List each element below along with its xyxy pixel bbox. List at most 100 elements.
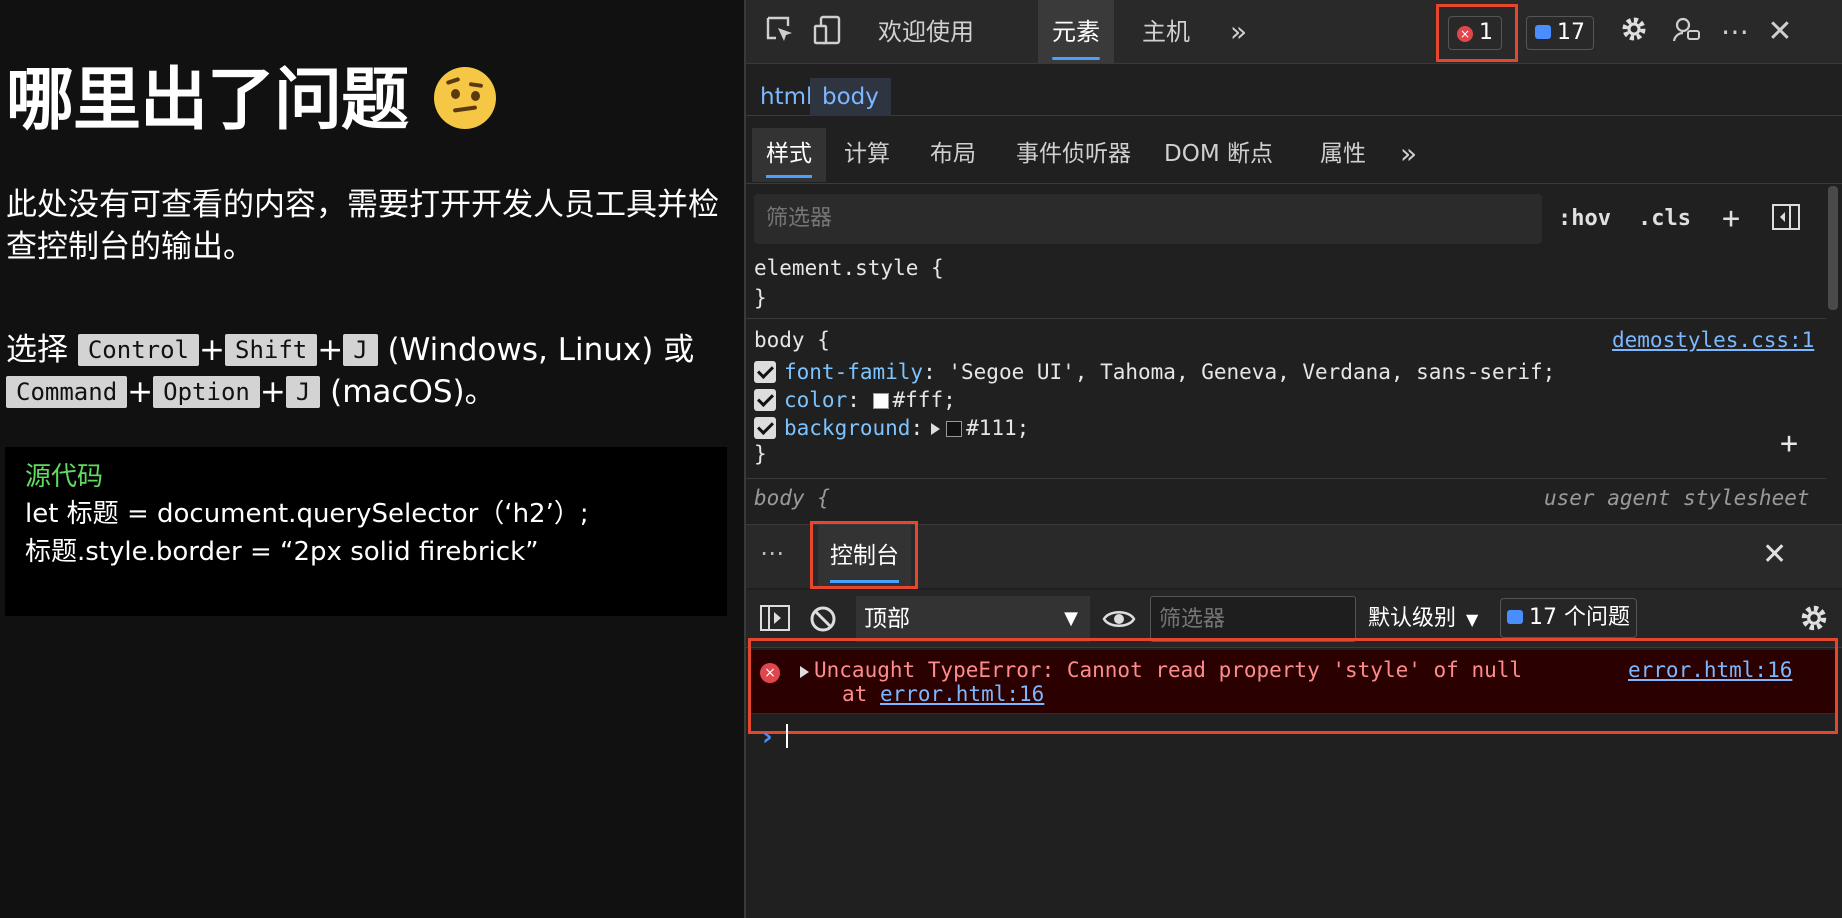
element-style-close: } — [754, 286, 767, 310]
element-style-selector[interactable]: element.style { — [754, 254, 944, 282]
ua-rule-selector[interactable]: body { — [754, 484, 830, 512]
drawer-tab-console[interactable]: 控制台 — [818, 525, 911, 589]
prop-checkbox[interactable] — [754, 361, 776, 383]
color-swatch[interactable] — [872, 393, 889, 409]
error-source-link[interactable]: error.html:16 — [1628, 658, 1792, 682]
intro-paragraph: 此处没有可查看的内容，需要打开开发人员工具并检查控制台的输出。 — [6, 187, 719, 265]
live-expression-eye-icon[interactable] — [1102, 602, 1136, 640]
console-prompt-icon: › — [762, 722, 773, 752]
subtab-styles[interactable]: 样式 — [752, 128, 826, 182]
log-levels-dropdown[interactable]: 默认级别 ▼ — [1368, 596, 1478, 642]
console-input-cursor[interactable] — [786, 724, 788, 748]
feedback-icon[interactable] — [1668, 14, 1704, 50]
error-count: 1 — [1479, 20, 1493, 45]
issues-count: 17 — [1557, 20, 1585, 45]
source-line-1: let 标题 = document.querySelector（‘h2’）; — [25, 499, 589, 529]
issues-button-label: 17 个问题 — [1529, 605, 1630, 630]
prop-checkbox[interactable] — [754, 389, 776, 411]
context-selector-value: 顶部 — [864, 606, 910, 632]
gear-icon[interactable] — [1616, 14, 1652, 50]
console-settings-gear-icon[interactable] — [1798, 602, 1830, 638]
toggle-sidebar-icon[interactable] — [1772, 200, 1800, 238]
more-subtabs-button[interactable]: » — [1386, 128, 1431, 182]
subtab-event-listeners[interactable]: 事件侦听器 — [1002, 128, 1145, 182]
page-title-text: 哪里出了问题 — [6, 61, 409, 140]
chevron-down-icon: ▼ — [1064, 608, 1078, 629]
styles-filter-input[interactable] — [754, 194, 1542, 244]
prop-value: 'Segoe UI', Tahoma, Geneva, Verdana, san… — [948, 360, 1556, 384]
issues-icon — [1535, 25, 1551, 39]
breadcrumb-body[interactable]: body — [810, 78, 891, 116]
kbd-control: Control — [77, 334, 200, 366]
drawer-menu-icon[interactable]: ⋯ — [760, 539, 786, 567]
inspect-element-icon[interactable] — [762, 14, 798, 50]
body-rule-selector[interactable]: body { — [754, 326, 830, 354]
shortcut-prefix: 选择 — [6, 332, 68, 368]
prop-background[interactable]: background: #111; — [754, 414, 1029, 442]
page-title: 哪里出了问题 — [6, 44, 497, 143]
prop-name: font-family — [784, 360, 924, 384]
color-swatch[interactable] — [946, 421, 963, 437]
error-stack-link[interactable]: error.html:16 — [880, 682, 1044, 706]
subtab-computed[interactable]: 计算 — [830, 128, 904, 182]
expand-caret-icon[interactable] — [931, 423, 941, 435]
drawer-tab-console-label: 控制台 — [830, 543, 899, 569]
error-stack-line: at error.html:16 — [842, 682, 1044, 706]
face-with-raised-eyebrow-icon — [434, 67, 497, 129]
console-filter-input[interactable] — [1150, 596, 1356, 642]
console-error-message[interactable]: × Uncaught TypeError: Cannot read proper… — [748, 650, 1838, 714]
add-property-icon[interactable]: + — [1780, 429, 1798, 459]
kbd-j: J — [285, 376, 321, 408]
kbd-option: Option — [153, 376, 260, 408]
class-toggle[interactable]: .cls — [1638, 200, 1691, 238]
expand-caret-icon[interactable] — [800, 666, 809, 678]
macos-label: (macOS)。 — [330, 374, 496, 410]
subtab-properties[interactable]: 属性 — [1306, 128, 1380, 182]
device-emulation-icon[interactable] — [810, 14, 846, 50]
rule-divider — [746, 318, 1826, 319]
show-sidebar-icon[interactable] — [760, 604, 790, 636]
context-selector[interactable]: 顶部 ▼ — [856, 596, 1090, 642]
styles-scrollbar[interactable] — [1828, 186, 1838, 310]
prop-value: #fff; — [892, 388, 956, 412]
windows-linux-label: (Windows, Linux) 或 — [387, 332, 695, 368]
error-count-badge[interactable]: × 1 — [1448, 16, 1502, 50]
error-stack-at: at — [842, 682, 868, 706]
ua-stylesheet-label: user agent stylesheet — [1544, 486, 1810, 510]
subtab-dom-breakpoints[interactable]: DOM 断点 — [1150, 128, 1287, 182]
close-drawer-icon[interactable]: ✕ — [1762, 537, 1787, 572]
rule-divider — [746, 478, 1826, 479]
new-rule-icon[interactable]: + — [1722, 200, 1740, 238]
more-options-icon[interactable]: ⋯ — [1718, 14, 1754, 50]
plus-sign: + — [259, 374, 286, 410]
prop-name: color — [784, 388, 848, 412]
issues-count-badge[interactable]: 17 — [1526, 16, 1594, 50]
prop-name: background — [784, 416, 911, 440]
clear-console-icon[interactable] — [808, 604, 838, 638]
subtab-layout[interactable]: 布局 — [916, 128, 990, 182]
body-rule-source-link[interactable]: demostyles.css:1 — [1612, 326, 1814, 354]
kbd-shift: Shift — [225, 334, 318, 366]
more-tabs-button[interactable]: » — [1216, 0, 1261, 64]
body-rule-close: } — [754, 442, 767, 466]
tab-elements[interactable]: 元素 — [1038, 0, 1114, 64]
devtools-toolbar: 欢迎使用 元素 主机 » × 1 17 ⋯ ✕ — [746, 0, 1842, 64]
prop-color[interactable]: color: #fff; — [754, 386, 956, 414]
prop-font-family[interactable]: font-family: 'Segoe UI', Tahoma, Geneva,… — [754, 358, 1555, 386]
drawer-toolbar: ⋯ 控制台 ✕ — [746, 521, 1842, 589]
log-levels-label: 默认级别 — [1368, 606, 1457, 631]
plus-sign: + — [127, 374, 154, 410]
tab-console-host[interactable]: 主机 — [1128, 0, 1204, 64]
hover-state-toggle[interactable]: :hov — [1558, 200, 1611, 238]
elements-subtabs: 样式 计算 布局 事件侦听器 DOM 断点 属性 » — [746, 126, 1842, 184]
close-devtools-icon[interactable]: ✕ — [1762, 14, 1798, 50]
tab-welcome[interactable]: 欢迎使用 — [864, 0, 988, 64]
kbd-command: Command — [6, 376, 128, 408]
source-code-title: 源代码 — [25, 462, 104, 492]
prop-value: #111; — [966, 416, 1030, 440]
issues-button[interactable]: 17 个问题 — [1500, 598, 1637, 638]
plus-sign: + — [199, 332, 225, 368]
prop-checkbox[interactable] — [754, 417, 776, 439]
chevron-down-icon: ▼ — [1466, 610, 1479, 629]
console-toolbar: 顶部 ▼ 默认级别 ▼ 17 个问题 — [746, 590, 1842, 648]
